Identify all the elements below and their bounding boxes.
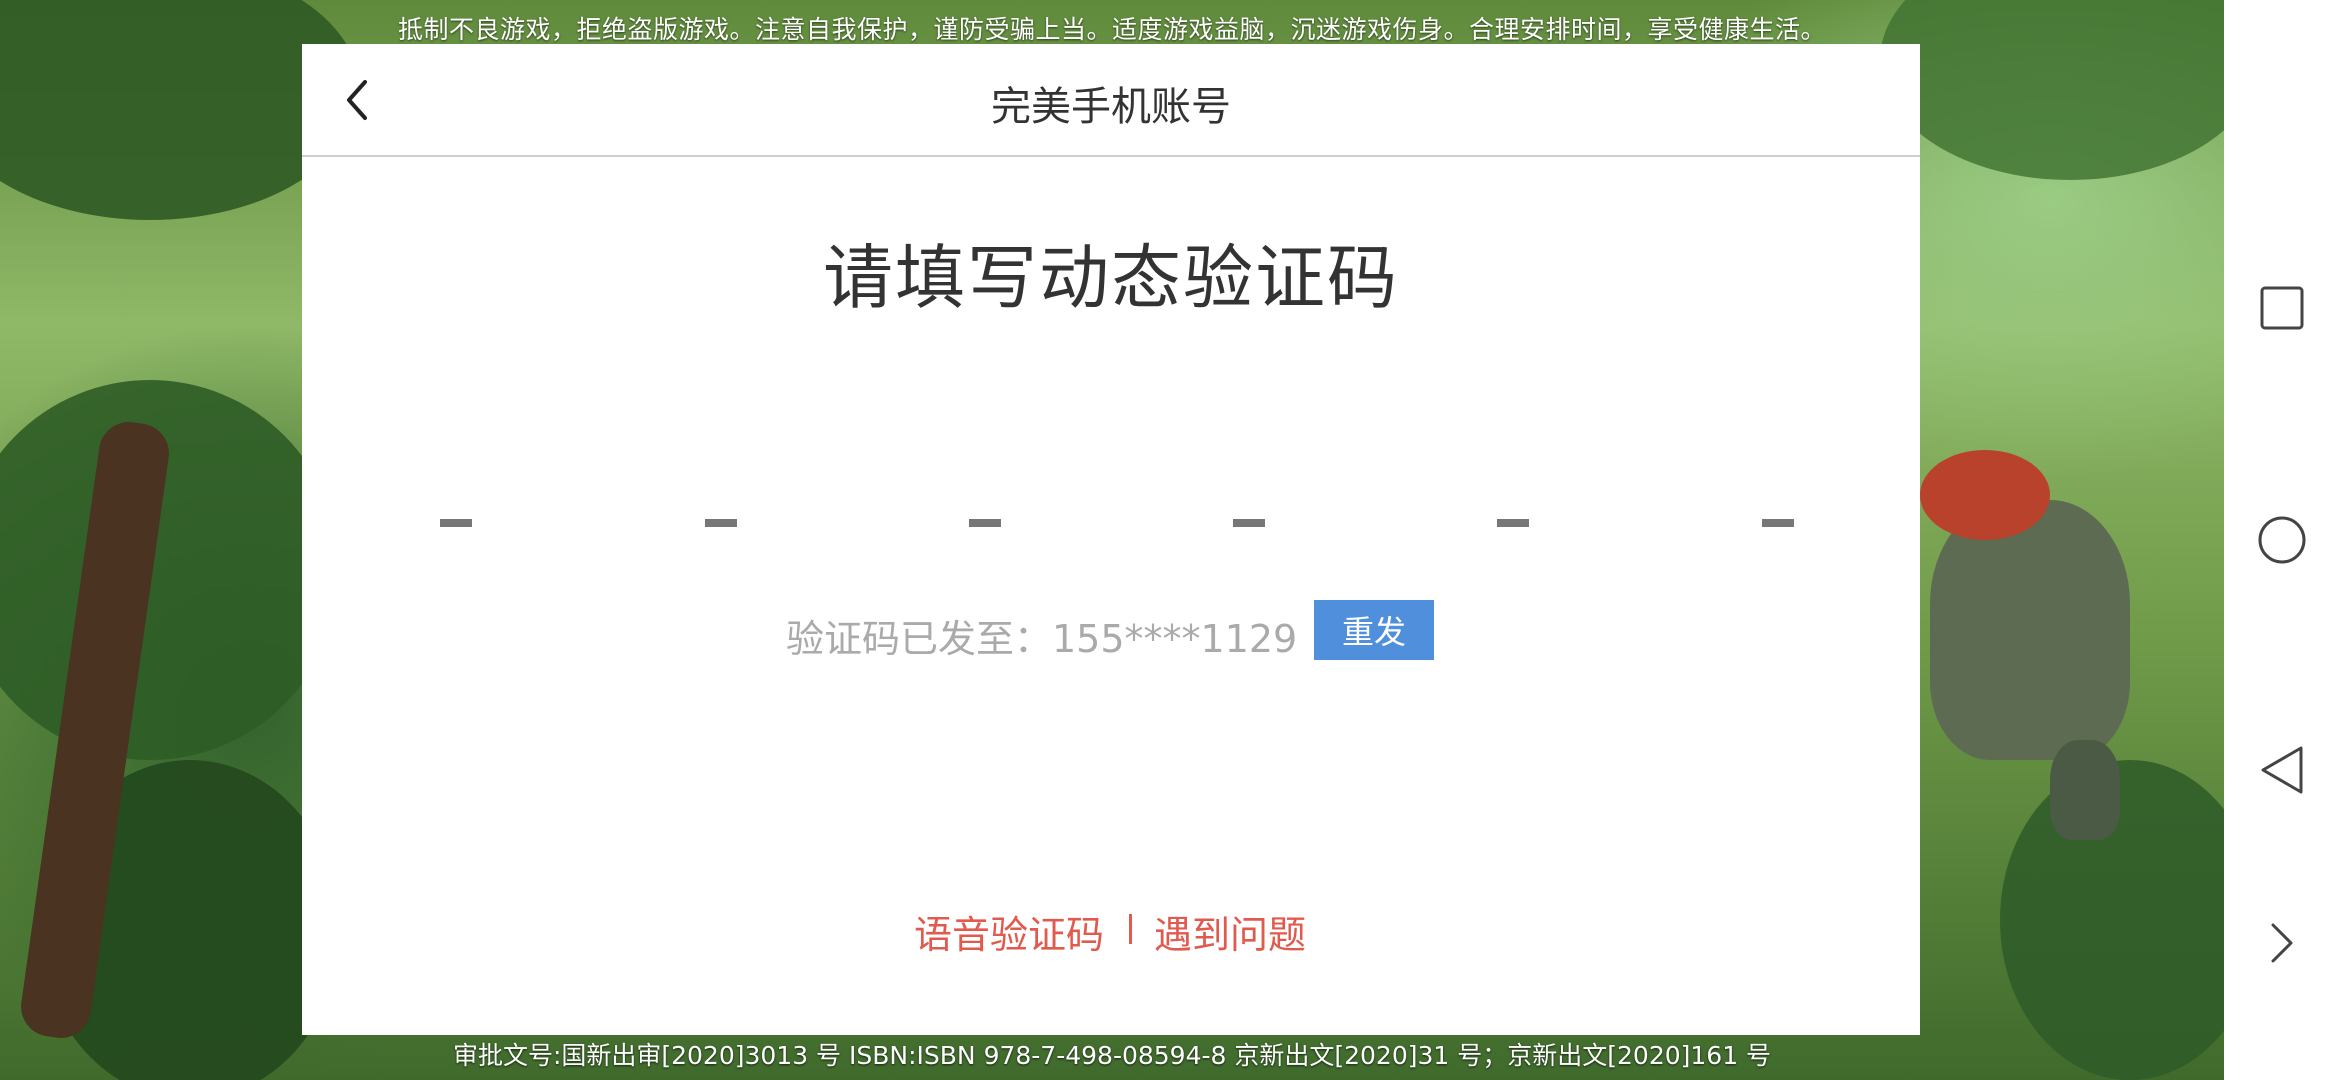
approval-info: 审批文号:国新出审[2020]3013 号 ISBN:ISBN 978-7-49… [452,1041,1772,1070]
triangle-back-icon [2261,746,2303,794]
code-digit-2[interactable] [682,469,822,549]
help-link[interactable]: 遇到问题 [1154,904,1306,959]
recents-button[interactable] [2257,283,2307,333]
system-nav-bar [2224,0,2340,1080]
link-separator [1129,914,1132,944]
back-nav-button[interactable] [2257,745,2307,795]
code-digit-4[interactable] [1210,469,1350,549]
verification-dialog: 完美手机账号 请填写动态验证码 验证码已发至：155****1129 重发 语音… [302,44,1920,1035]
digit-placeholder-dash [1233,519,1265,527]
digit-placeholder-dash [969,519,1001,527]
character-figure [1930,500,2130,760]
code-digit-1[interactable] [417,469,557,549]
circle-home-icon [2258,516,2306,564]
resend-button[interactable]: 重发 [1314,600,1434,660]
character-hair [1920,450,2050,540]
chevron-right-icon [2271,923,2293,963]
code-digit-6[interactable] [1739,469,1879,549]
dialog-header: 完美手机账号 [302,44,1920,157]
digit-placeholder-dash [1497,519,1529,527]
page-heading: 请填写动态验证码 [823,237,1399,319]
digit-placeholder-dash [440,519,472,527]
anti-addiction-warning: 抵制不良游戏，拒绝盗版游戏。注意自我保护，谨防受骗上当。适度游戏益脑，沉迷游戏伤… [397,15,1826,44]
code-sent-row: 验证码已发至：155****1129 重发 [302,600,1920,661]
digit-placeholder-dash [705,519,737,527]
tree-foliage [0,380,340,760]
code-sent-label: 验证码已发至：155****1129 [786,617,1298,661]
home-button[interactable] [2257,515,2307,565]
expand-nav-button[interactable] [2257,918,2307,968]
digit-placeholder-dash [1762,519,1794,527]
help-links: 语音验证码 遇到问题 [302,904,1920,960]
dialog-title: 完美手机账号 [991,84,1231,130]
square-recents-icon [2260,286,2304,330]
character-leg [2050,740,2120,840]
code-digit-3[interactable] [946,469,1086,549]
code-digit-5[interactable] [1474,469,1614,549]
voice-code-link[interactable]: 语音验证码 [914,904,1104,959]
